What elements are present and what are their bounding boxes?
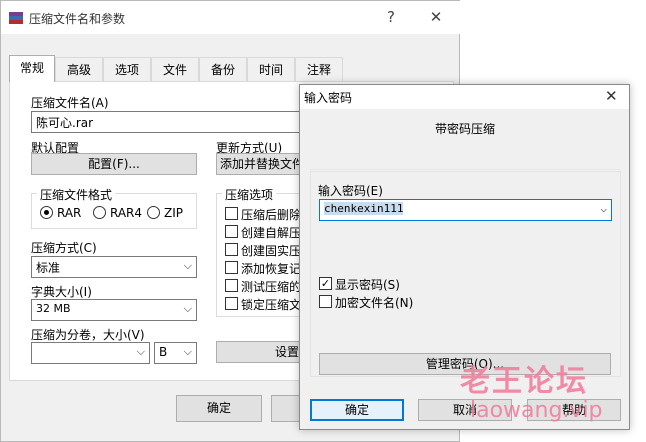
split-size-select[interactable]: ⌵ bbox=[31, 342, 150, 364]
tab-advanced[interactable]: 高级 bbox=[55, 57, 103, 81]
option-label-4: 添加恢复记 bbox=[241, 262, 302, 276]
method-select[interactable]: 标准 ⌵ bbox=[31, 256, 197, 278]
password-title-bar: 输入密码 ✕ bbox=[300, 85, 629, 109]
method-label: 压缩方式(C) bbox=[31, 241, 97, 255]
option-checkbox-6[interactable] bbox=[225, 297, 238, 310]
option-label-6: 锁定压缩文 bbox=[241, 298, 302, 312]
password-close-button[interactable]: ✕ bbox=[605, 87, 618, 105]
show-password-label: 显示密码(S) bbox=[335, 278, 400, 292]
split-label: 压缩为分卷，大小(V) bbox=[31, 328, 145, 342]
radio-rar[interactable] bbox=[40, 206, 53, 219]
split-unit-value: B bbox=[159, 345, 168, 359]
radio-rar4-label: RAR4 bbox=[110, 206, 143, 220]
option-label-5: 测试压缩的 bbox=[241, 280, 302, 294]
radio-zip-label: ZIP bbox=[164, 206, 183, 220]
option-checkbox-1[interactable] bbox=[225, 207, 238, 220]
settings-button[interactable]: 设置 bbox=[216, 341, 306, 363]
dict-value: 32 MB bbox=[36, 302, 71, 315]
option-checkbox-3[interactable] bbox=[225, 243, 238, 256]
chevron-down-icon: ⌵ bbox=[136, 345, 145, 358]
main-cancel-button-partial[interactable] bbox=[271, 395, 301, 422]
options-group-title: 压缩选项 bbox=[222, 186, 277, 203]
radio-rar-label: RAR bbox=[57, 206, 82, 220]
title-bar: 压缩文件名和参数 ? ✕ bbox=[1, 1, 461, 34]
option-label-1: 压缩后删除 bbox=[241, 208, 302, 222]
password-input[interactable]: chenkexin111 ⌵ bbox=[319, 199, 612, 221]
radio-zip[interactable] bbox=[147, 206, 160, 219]
watermark-title: 老王论坛 bbox=[460, 364, 588, 399]
password-label: 输入密码(E) bbox=[318, 184, 383, 198]
tab-files[interactable]: 文件 bbox=[151, 57, 199, 81]
option-label-2: 创建自解压 bbox=[241, 226, 302, 240]
chevron-down-icon: ⌵ bbox=[183, 302, 192, 315]
format-group-title: 压缩文件格式 bbox=[37, 186, 116, 203]
update-mode-select[interactable]: 添加并替换文件 bbox=[216, 153, 306, 175]
tab-backup[interactable]: 备份 bbox=[199, 57, 247, 81]
window-title: 压缩文件名和参数 bbox=[29, 12, 126, 26]
dict-select[interactable]: 32 MB ⌵ bbox=[31, 299, 197, 321]
show-password-checkbox[interactable]: ✓ bbox=[319, 277, 332, 290]
main-ok-button[interactable]: 确定 bbox=[176, 395, 262, 422]
archive-name-label: 压缩文件名(A) bbox=[31, 96, 109, 110]
option-checkbox-2[interactable] bbox=[225, 225, 238, 238]
chevron-down-icon: ⌵ bbox=[183, 259, 192, 272]
tab-options[interactable]: 选项 bbox=[103, 57, 151, 81]
option-checkbox-5[interactable] bbox=[225, 279, 238, 292]
watermark-url: laowang.vip bbox=[470, 398, 603, 423]
radio-rar4[interactable] bbox=[93, 206, 106, 219]
config-button[interactable]: 配置(F)... bbox=[31, 153, 197, 175]
option-checkbox-4[interactable] bbox=[225, 261, 238, 274]
method-value: 标准 bbox=[36, 261, 61, 275]
encrypt-names-label: 加密文件名(N) bbox=[335, 296, 414, 310]
encrypt-names-checkbox[interactable] bbox=[319, 295, 332, 308]
password-dialog-title: 输入密码 bbox=[304, 91, 353, 105]
winrar-icon bbox=[9, 12, 23, 24]
dict-label: 字典大小(I) bbox=[31, 285, 92, 299]
tab-time[interactable]: 时间 bbox=[247, 57, 295, 81]
archive-name-input[interactable]: 陈可心.rar bbox=[31, 111, 311, 133]
option-label-3: 创建固实压 bbox=[241, 244, 302, 258]
chevron-down-icon: ⌵ bbox=[183, 345, 192, 358]
close-button[interactable]: ✕ bbox=[413, 6, 459, 28]
tab-general[interactable]: 常规 bbox=[9, 55, 55, 82]
tab-comment[interactable]: 注释 bbox=[295, 57, 343, 81]
password-value: chenkexin111 bbox=[324, 202, 404, 215]
divider bbox=[310, 169, 620, 170]
password-heading: 带密码压缩 bbox=[435, 122, 496, 136]
help-button[interactable]: ? bbox=[368, 6, 414, 28]
split-unit-select[interactable]: B ⌵ bbox=[154, 342, 197, 364]
password-ok-button[interactable]: 确定 bbox=[310, 399, 404, 421]
chevron-down-icon: ⌵ bbox=[600, 202, 607, 215]
